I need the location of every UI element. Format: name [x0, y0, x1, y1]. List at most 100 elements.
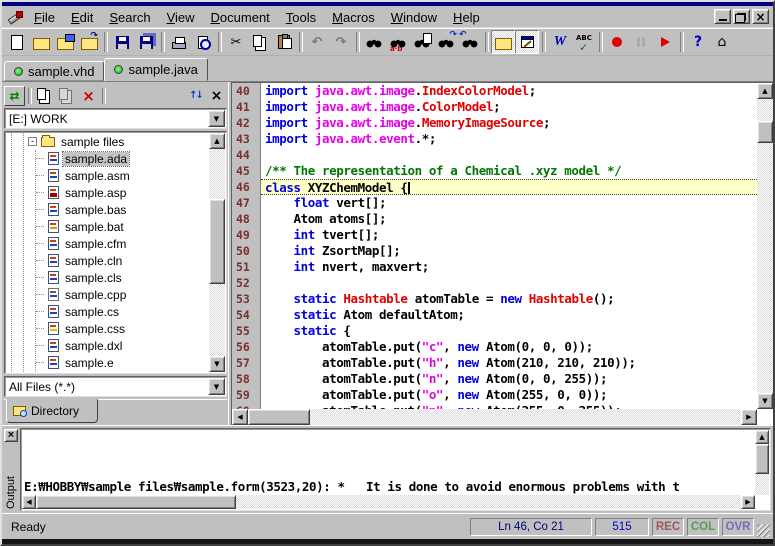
- separator-button[interactable]: [539, 30, 548, 54]
- tab-directory[interactable]: Directory: [6, 399, 98, 423]
- tree-file-sample.cfm[interactable]: sample.cfm: [6, 235, 209, 252]
- code-line[interactable]: 45 /** The representation of a Chemical …: [232, 163, 757, 179]
- code-line[interactable]: 40 import java.awt.image.IndexColorModel…: [232, 83, 757, 99]
- play-macro-button[interactable]: [653, 30, 677, 54]
- find-next-button[interactable]: [434, 30, 458, 54]
- tab-sample.java[interactable]: sample.java: [104, 58, 207, 81]
- refresh-directory-button[interactable]: [185, 86, 206, 106]
- scroll-thumb[interactable]: [36, 495, 236, 509]
- resize-grip[interactable]: [757, 524, 770, 537]
- scroll-down-button[interactable]: ▼: [757, 393, 773, 409]
- copy-button[interactable]: [248, 30, 272, 54]
- code-line[interactable]: 42 import java.awt.image.MemoryImageSour…: [232, 115, 757, 131]
- tree-file-sample.dxl[interactable]: sample.dxl: [6, 337, 209, 354]
- filter-dropdown-button[interactable]: ▼: [208, 378, 225, 395]
- menu-file[interactable]: File: [26, 7, 63, 27]
- scroll-thumb[interactable]: [209, 199, 225, 284]
- delete-file-button[interactable]: [78, 86, 99, 106]
- scroll-left-button[interactable]: ◀: [22, 495, 36, 509]
- word-wrap-button[interactable]: [548, 30, 572, 54]
- print-button[interactable]: [167, 30, 191, 54]
- scroll-thumb[interactable]: [755, 444, 769, 474]
- code-line[interactable]: 54 static Atom defaultAtom;: [232, 307, 757, 323]
- menu-document[interactable]: Document: [203, 7, 278, 27]
- code-line[interactable]: 57 atomTable.put("h", new Atom(210, 210,…: [232, 355, 757, 371]
- code-line[interactable]: 53 static Hashtable atomTable = new Hash…: [232, 291, 757, 307]
- copy-file-path-button[interactable]: [56, 86, 77, 106]
- scroll-thumb[interactable]: [248, 409, 310, 425]
- editor-horizontal-scrollbar[interactable]: ◀ ▶: [232, 409, 757, 425]
- separator-button[interactable]: [677, 30, 686, 54]
- scroll-thumb[interactable]: [757, 121, 773, 143]
- tree-file-sample.cpp[interactable]: sample.cpp: [6, 286, 209, 303]
- separator-button[interactable]: [158, 30, 167, 54]
- tree-scrollbar[interactable]: ▲ ▼: [209, 133, 225, 372]
- paste-button[interactable]: [272, 30, 296, 54]
- file-filter-selector[interactable]: All Files (*.*) ▼: [4, 376, 227, 397]
- find-in-files-button[interactable]: [410, 30, 434, 54]
- toggle-directory-window-button[interactable]: [491, 30, 515, 54]
- tree-file-sample.e[interactable]: sample.e: [6, 354, 209, 371]
- remote-open-button[interactable]: [53, 30, 77, 54]
- menu-search[interactable]: Search: [101, 7, 158, 27]
- code-line[interactable]: 51 int nvert, maxvert;: [232, 259, 757, 275]
- separator-button[interactable]: [353, 30, 362, 54]
- column-mode-indicator[interactable]: COL: [687, 518, 719, 536]
- tree-file-sample.edf[interactable]: sample.edf: [6, 371, 209, 372]
- scroll-right-button[interactable]: ▶: [741, 495, 755, 509]
- home-button[interactable]: [710, 30, 734, 54]
- code-line[interactable]: 47 float vert[];: [232, 195, 757, 211]
- scroll-left-button[interactable]: ◀: [232, 409, 248, 425]
- scroll-up-button[interactable]: ▲: [757, 83, 773, 99]
- code-line[interactable]: 56 atomTable.put("c", new Atom(0, 0, 0))…: [232, 339, 757, 355]
- minimize-button[interactable]: [714, 9, 731, 24]
- drive-dropdown-button[interactable]: ▼: [208, 110, 225, 127]
- separator-button[interactable]: [596, 30, 605, 54]
- scroll-up-button[interactable]: ▲: [755, 430, 769, 444]
- code-line[interactable]: 49 int tvert[];: [232, 227, 757, 243]
- tree-folder-sample-files[interactable]: - sample files: [6, 133, 209, 150]
- code-line[interactable]: 50 int ZsortMap[];: [232, 243, 757, 259]
- code-editor[interactable]: 40 import java.awt.image.IndexColorModel…: [231, 82, 773, 425]
- code-line[interactable]: 58 atomTable.put("n", new Atom(0, 0, 255…: [232, 371, 757, 387]
- help-button[interactable]: [686, 30, 710, 54]
- output-vertical-scrollbar[interactable]: ▲: [755, 430, 769, 495]
- spell-check-button[interactable]: [572, 30, 596, 54]
- tree-file-sample.cln[interactable]: sample.cln: [6, 252, 209, 269]
- pause-macro-button[interactable]: [629, 30, 653, 54]
- tree-file-sample.asm[interactable]: sample.asm: [6, 167, 209, 184]
- separator-button[interactable]: [101, 30, 110, 54]
- code-line[interactable]: 44: [232, 147, 757, 163]
- open-file-button[interactable]: [29, 30, 53, 54]
- separator-button[interactable]: [26, 86, 33, 106]
- code-line[interactable]: 48 Atom atoms[];: [232, 211, 757, 227]
- code-line[interactable]: 43 import java.awt.event.*;: [232, 131, 757, 147]
- output-horizontal-scrollbar[interactable]: ◀ ▶: [22, 495, 755, 509]
- code-line[interactable]: 46 class XYZChemModel {: [232, 179, 757, 195]
- tree-file-sample.ada[interactable]: sample.ada: [6, 150, 209, 167]
- editor-vertical-scrollbar[interactable]: ▲ ▼: [757, 83, 773, 409]
- code-line[interactable]: 55 static {: [232, 323, 757, 339]
- document-system-icon[interactable]: [6, 9, 24, 25]
- code-line[interactable]: 41 import java.awt.image.ColorModel;: [232, 99, 757, 115]
- tree-file-sample.cls[interactable]: sample.cls: [6, 269, 209, 286]
- tree-file-sample.bas[interactable]: sample.bas: [6, 201, 209, 218]
- output-window[interactable]: E:₩HOBBY₩sample files₩sample.form(3523,2…: [20, 428, 771, 511]
- print-preview-button[interactable]: [191, 30, 215, 54]
- menu-view[interactable]: View: [159, 7, 203, 27]
- scroll-up-button[interactable]: ▲: [209, 133, 225, 149]
- drive-selector[interactable]: [E:] WORK ▼: [4, 108, 227, 129]
- save-all-button[interactable]: [134, 30, 158, 54]
- toggle-output-window-button[interactable]: [515, 30, 539, 54]
- scroll-down-button[interactable]: ▼: [209, 356, 225, 372]
- close-window-button[interactable]: ×: [752, 9, 769, 24]
- new-file-button[interactable]: [5, 30, 29, 54]
- redo-button[interactable]: [329, 30, 353, 54]
- restore-button[interactable]: [733, 9, 750, 24]
- overwrite-mode-indicator[interactable]: OVR: [722, 518, 754, 536]
- tree-file-sample.css[interactable]: sample.css: [6, 320, 209, 337]
- collapse-icon[interactable]: -: [28, 137, 37, 146]
- separator-button[interactable]: [296, 30, 305, 54]
- reload-file-button[interactable]: [77, 30, 101, 54]
- separator-button[interactable]: [482, 30, 491, 54]
